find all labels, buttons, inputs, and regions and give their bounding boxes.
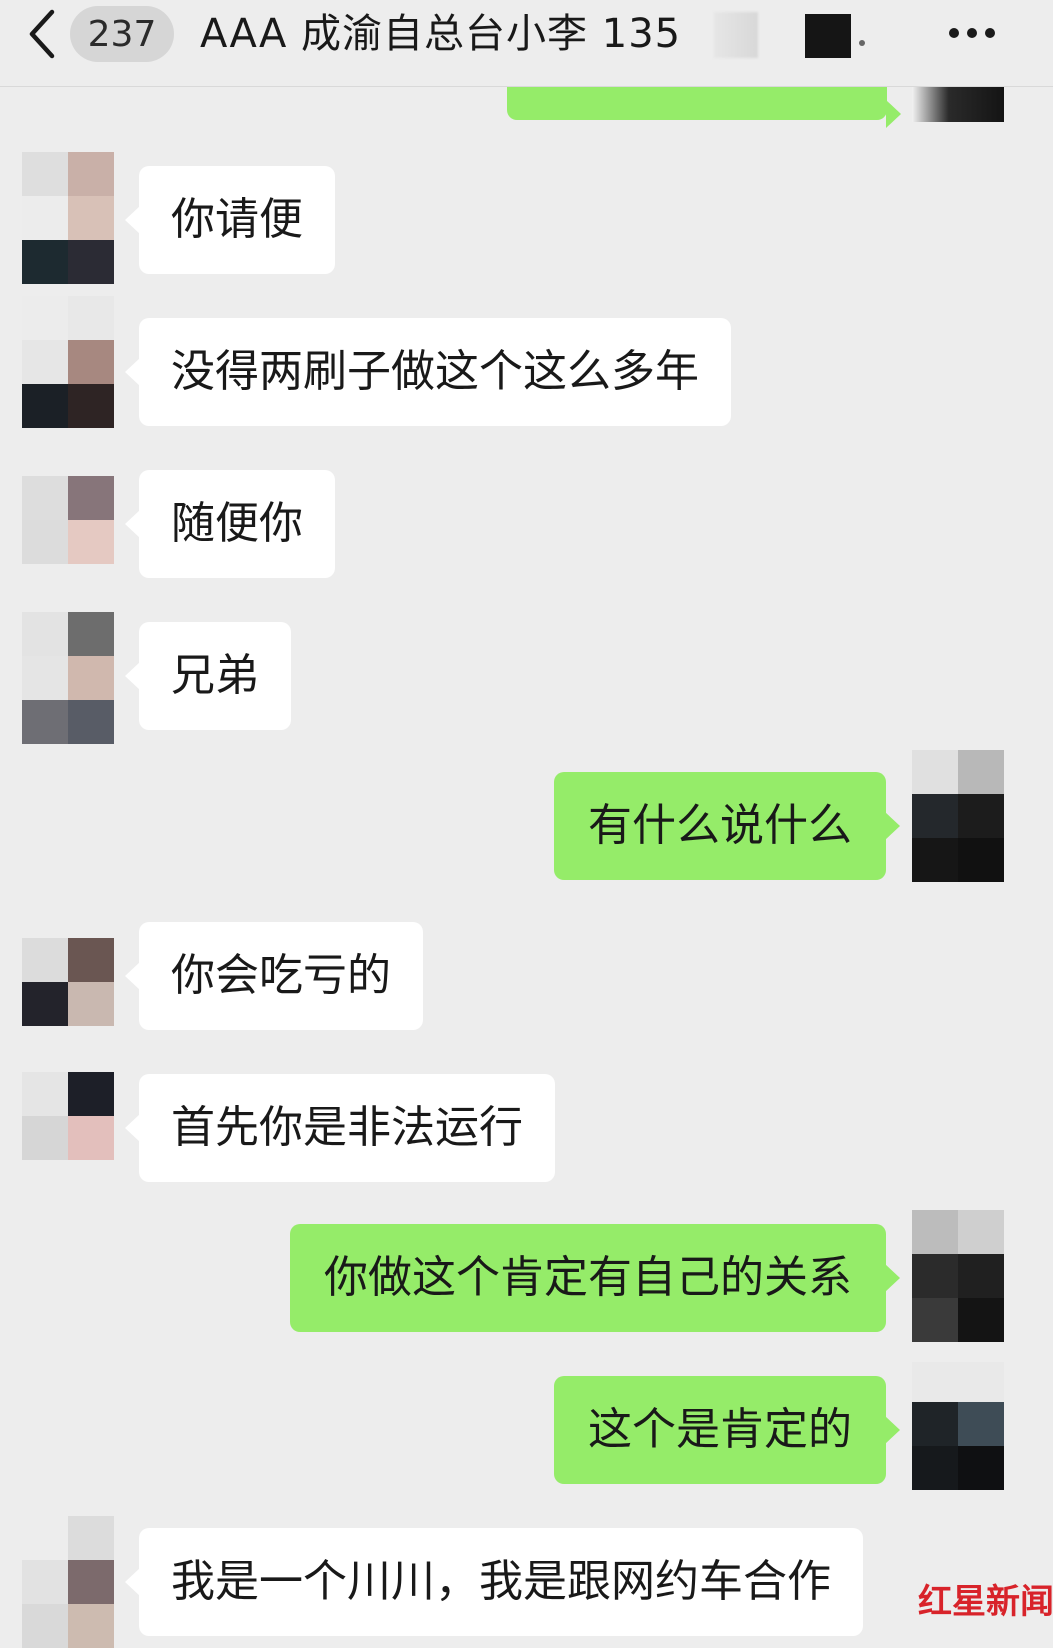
avatar[interactable] <box>22 152 114 284</box>
message-bubble-outgoing[interactable]: 这个是肯定的 <box>554 1376 900 1484</box>
avatar[interactable] <box>22 1072 114 1204</box>
avatar[interactable] <box>22 894 114 1026</box>
news-watermark-logo: 红星新闻 <box>918 1582 1053 1622</box>
message-bubble-incoming[interactable]: 首先你是非法运行 <box>125 1074 555 1182</box>
more-dots-icon[interactable] <box>946 18 998 48</box>
redacted-phone-blur <box>714 12 758 58</box>
avatar[interactable] <box>912 1362 1004 1490</box>
message-bubble-outgoing[interactable]: 有什么说什么 <box>554 772 900 880</box>
avatar[interactable] <box>22 432 114 564</box>
unread-count-badge[interactable]: 237 <box>70 6 174 62</box>
message-bubble-incoming[interactable]: 随便你 <box>125 470 335 578</box>
message-bubble-incoming[interactable]: 我是一个川川，我是跟网约车合作 <box>125 1528 863 1636</box>
redacted-block <box>805 14 851 58</box>
chat-header: 237 AAA 成渝自总台小李 135 <box>0 0 1053 87</box>
avatar[interactable] <box>912 750 1004 882</box>
avatar[interactable] <box>912 1210 1004 1342</box>
avatar[interactable] <box>912 86 1004 122</box>
message-bubble-incoming[interactable]: 没得两刷子做这个这么多年 <box>125 318 731 426</box>
message-bubble-outgoing[interactable]: 你做这个肯定有自己的关系 <box>290 1224 900 1332</box>
avatar[interactable] <box>22 1516 114 1648</box>
message-bubble-incoming[interactable]: 你请便 <box>125 166 335 274</box>
message-bubble-incoming[interactable]: 你会吃亏的 <box>125 922 423 1030</box>
message-bubble-incoming[interactable]: 兄弟 <box>125 622 291 730</box>
chevron-left-icon[interactable] <box>22 6 62 62</box>
redacted-dot <box>859 40 865 46</box>
avatar[interactable] <box>22 612 114 744</box>
avatar[interactable] <box>22 296 114 428</box>
chat-title: AAA 成渝自总台小李 135 <box>200 11 682 57</box>
